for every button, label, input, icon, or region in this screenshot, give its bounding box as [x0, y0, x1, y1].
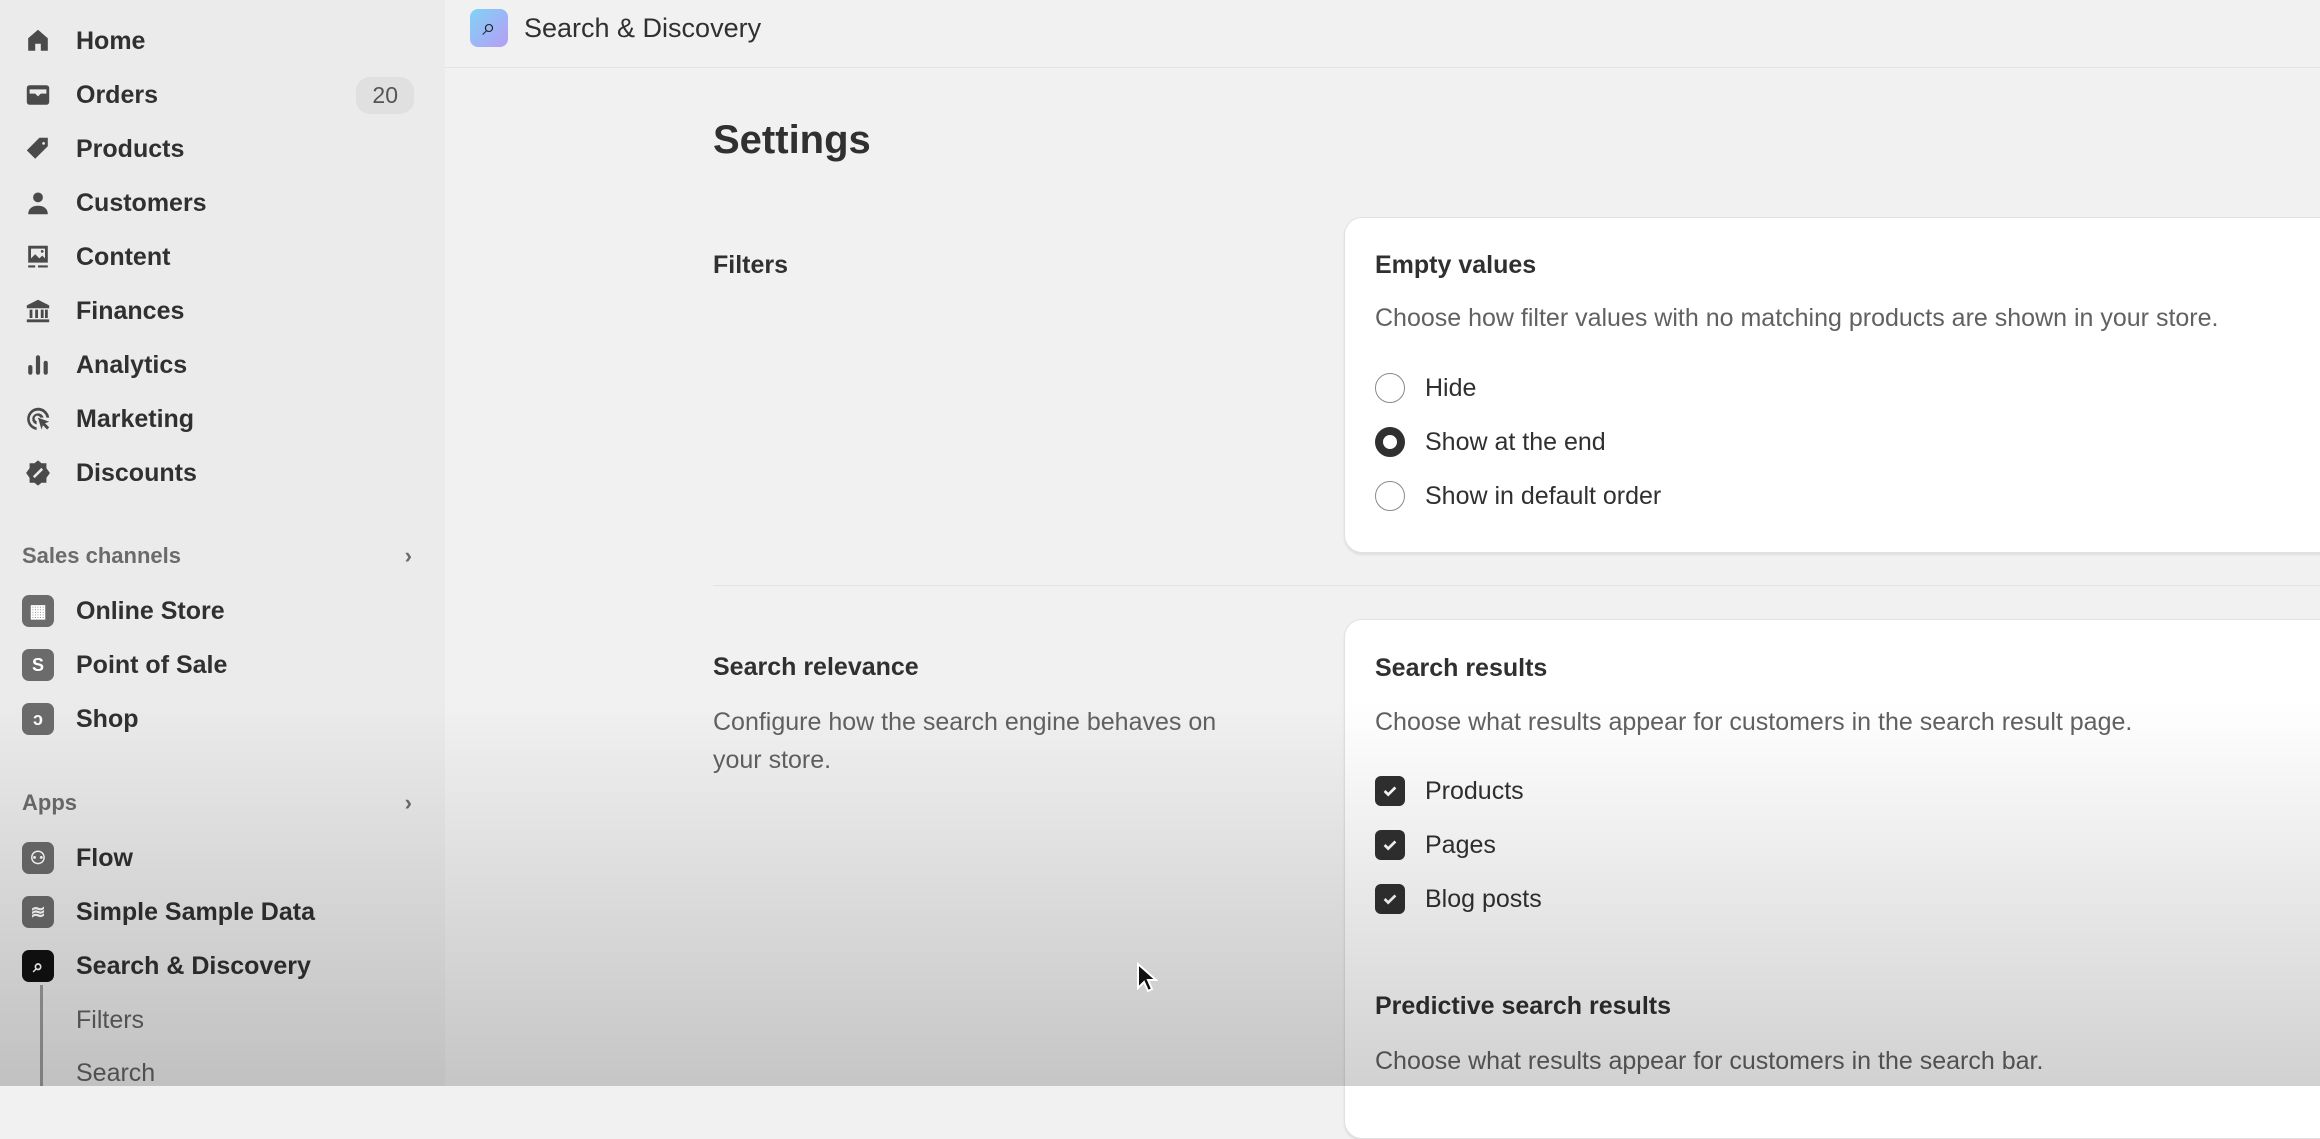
- search-relevance-desc: Configure how the search engine behaves …: [713, 708, 1217, 736]
- nav-marketing[interactable]: Marketing: [22, 395, 422, 443]
- apps-header[interactable]: Apps ›: [22, 790, 412, 816]
- checkbox-checked[interactable]: [1375, 884, 1405, 914]
- nav-orders[interactable]: Orders 20: [22, 71, 422, 119]
- nav-label: Analytics: [76, 350, 188, 379]
- nav-flow[interactable]: ⚇ Flow: [22, 834, 422, 882]
- subnav-search[interactable]: Search: [76, 1059, 155, 1088]
- mouse-cursor-icon: [1137, 962, 1158, 993]
- nav-label: Customers: [76, 188, 207, 217]
- shop-icon-wrap: ↄ: [22, 703, 54, 735]
- card-title: Search results: [1375, 654, 1548, 682]
- chevron-right-icon: ›: [404, 543, 412, 568]
- checkbox-blog-posts[interactable]: Blog posts: [1375, 884, 1542, 914]
- checkbox-pages[interactable]: Pages: [1375, 830, 1496, 860]
- predictive-description: Choose what results appear for customers…: [1375, 1047, 2044, 1075]
- app-logo-icon: ⌕: [470, 9, 508, 47]
- store-icon: ▦: [22, 595, 54, 627]
- nav-label: Point of Sale: [76, 650, 228, 679]
- pos-icon-wrap: S: [22, 649, 54, 681]
- discount-icon: [22, 457, 54, 489]
- radio-show-default-order[interactable]: Show in default order: [1375, 481, 1661, 511]
- subnav-filters[interactable]: Filters: [76, 1006, 144, 1035]
- store-icon-wrap: ▦: [22, 595, 54, 627]
- nav-label: Simple Sample Data: [76, 897, 315, 926]
- sidebar: Home Orders 20 Products Customers Content…: [0, 0, 445, 1088]
- layers-icon-wrap: ≋: [22, 896, 54, 928]
- card-description: Choose how filter values with no matchin…: [1375, 304, 2219, 332]
- checkbox-products[interactable]: Products: [1375, 776, 1524, 806]
- nav-online-store[interactable]: ▦ Online Store: [22, 587, 422, 635]
- bar-chart-icon: [22, 349, 54, 381]
- page-title: Settings: [713, 118, 871, 162]
- nav-label: Marketing: [76, 404, 195, 433]
- option-label: Hide: [1425, 373, 1477, 402]
- checkbox-checked[interactable]: [1375, 830, 1405, 860]
- nav-label: Flow: [76, 843, 133, 872]
- card-description: Choose what results appear for customers…: [1375, 708, 2133, 736]
- radio-show-at-end[interactable]: Show at the end: [1375, 427, 1606, 457]
- person-icon: [22, 187, 54, 219]
- app-title: Search & Discovery: [524, 13, 762, 43]
- search-relevance-desc: your store.: [713, 746, 832, 774]
- layers-icon: ≋: [22, 896, 54, 928]
- subnav-line: [40, 985, 43, 1086]
- home-icon: [22, 25, 54, 57]
- shopping-bag-icon: S: [22, 649, 54, 681]
- app-header: ⌕ Search & Discovery: [445, 0, 2320, 68]
- nav-label: Orders: [76, 80, 158, 109]
- predictive-title: Predictive search results: [1375, 992, 1671, 1020]
- flow-icon: ⚇: [22, 842, 54, 874]
- option-label: Pages: [1425, 830, 1496, 859]
- radio-button[interactable]: [1375, 481, 1405, 511]
- radio-button[interactable]: [1375, 373, 1405, 403]
- radio-hide[interactable]: Hide: [1375, 373, 1476, 403]
- nav-label: Home: [76, 26, 146, 55]
- section-title: Apps: [22, 790, 77, 815]
- nav-label: Products: [76, 134, 185, 163]
- sales-channels-header[interactable]: Sales channels ›: [22, 543, 412, 569]
- nav-analytics[interactable]: Analytics: [22, 341, 422, 389]
- option-label: Show at the end: [1425, 427, 1606, 456]
- nav-label: Search & Discovery: [76, 951, 311, 980]
- nav-products[interactable]: Products: [22, 125, 422, 173]
- nav-content[interactable]: Content: [22, 233, 422, 281]
- nav-label: Online Store: [76, 596, 225, 625]
- search-results-card: Search results Choose what results appea…: [1344, 619, 2320, 1139]
- option-label: Products: [1425, 776, 1524, 805]
- radio-button-selected[interactable]: [1375, 427, 1405, 457]
- image-icon: [22, 241, 54, 273]
- filters-section-title: Filters: [713, 251, 789, 279]
- search-icon: ⌕: [22, 950, 54, 982]
- search-relevance-title: Search relevance: [713, 653, 919, 681]
- section-divider: [713, 585, 2320, 586]
- tag-icon: [22, 133, 54, 165]
- nav-search-discovery[interactable]: ⌕ Search & Discovery: [22, 942, 422, 990]
- flow-icon-wrap: ⚇: [22, 842, 54, 874]
- checkbox-checked[interactable]: [1375, 776, 1405, 806]
- chevron-right-icon: ›: [404, 790, 412, 815]
- card-title: Empty values: [1375, 251, 1537, 279]
- nav-label: Content: [76, 242, 171, 271]
- nav-shop[interactable]: ↄ Shop: [22, 695, 422, 743]
- option-label: Show in default order: [1425, 481, 1662, 510]
- nav-finances[interactable]: Finances: [22, 287, 422, 335]
- nav-point-of-sale[interactable]: S Point of Sale: [22, 641, 422, 689]
- orders-count-badge: 20: [356, 76, 414, 114]
- section-title: Sales channels: [22, 543, 181, 568]
- nav-home[interactable]: Home: [22, 17, 422, 65]
- nav-customers[interactable]: Customers: [22, 179, 422, 227]
- empty-values-card: Empty values Choose how filter values wi…: [1344, 217, 2320, 553]
- shop-icon: ↄ: [22, 703, 54, 735]
- nav-discounts[interactable]: Discounts: [22, 449, 422, 497]
- target-icon: [22, 403, 54, 435]
- option-label: Blog posts: [1425, 884, 1542, 913]
- bank-icon: [22, 295, 54, 327]
- nav-label: Discounts: [76, 458, 197, 487]
- nav-label: Finances: [76, 296, 185, 325]
- search-app-icon-wrap: ⌕: [22, 950, 54, 982]
- nav-simple-sample-data[interactable]: ≋ Simple Sample Data: [22, 888, 422, 936]
- nav-label: Shop: [76, 704, 139, 733]
- inbox-icon: [22, 79, 54, 111]
